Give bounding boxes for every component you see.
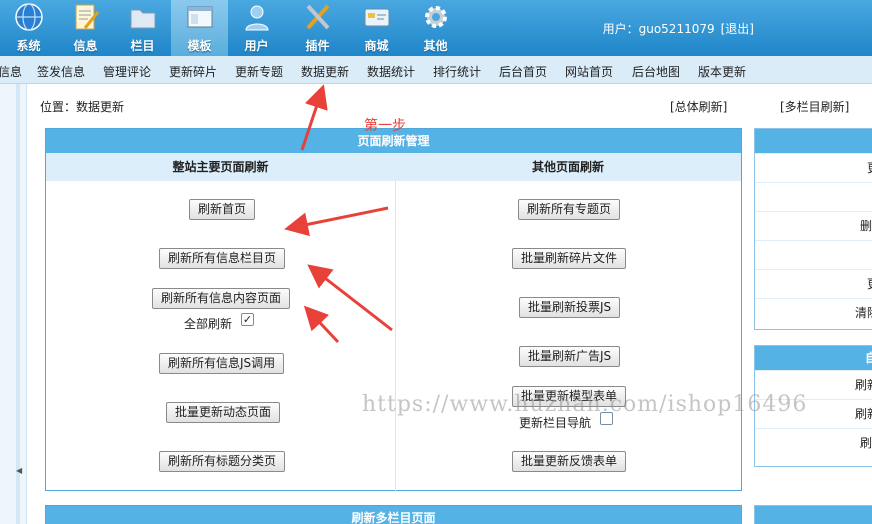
right-panel-bottom [754,505,872,524]
right-panel-row[interactable]: 清除 [755,298,872,327]
document-pencil-icon [75,4,99,30]
logout-link[interactable]: [退出] [721,22,754,36]
subnav-item[interactable]: 数据更新 [301,63,349,80]
subnav-item[interactable]: 后台首页 [499,63,547,80]
all-refresh-label: 全部刷新 [184,317,233,331]
right-panel-header [755,129,872,153]
collapse-arrow-icon[interactable]: ◀ [16,466,22,475]
step-annotation: 第一步 [364,118,406,134]
refresh-title-class-button[interactable]: 刷新所有标题分类页 [159,451,286,472]
top-navigation-bar: 系统 信息 栏目 模板 用户 插件 商城 其他 用户：guo5211079 [退出… [0,0,872,56]
right-panel-row[interactable] [755,182,872,211]
refresh-all-columns-button[interactable]: 刷新所有信息栏目页 [159,248,286,269]
tools-icon [306,4,329,30]
refresh-home-button[interactable]: 刷新首页 [189,199,256,220]
subnav-item[interactable]: 数据统计 [367,63,415,80]
total-refresh-link[interactable]: [总体刷新] [670,98,727,115]
gear-icon [424,6,447,28]
batch-refresh-ad-js-button[interactable]: 批量刷新广告JS [519,346,621,367]
refresh-all-topics-button[interactable]: 刷新所有专题页 [518,199,621,220]
right-column-header: 其他页面刷新 [395,153,741,181]
subnav-item[interactable]: 版本更新 [698,63,746,80]
username: 用户：guo5211079 [602,22,715,36]
multi-column-panel: 刷新多栏目页面 [45,505,742,524]
sub-navigation: 信息 签发信息 管理评论 更新碎片 更新专题 数据更新 数据统计 排行统计 后台… [0,56,872,84]
nav-label: 栏目 [130,39,155,53]
right-panel-row[interactable]: 刷 [755,428,872,457]
nav-system[interactable]: 系统 [0,0,57,56]
all-refresh-checkbox[interactable]: ✓ [241,313,254,326]
subnav-item[interactable]: 签发信息 [37,63,85,80]
nav-template[interactable]: 模板 [171,0,228,56]
nav-plugin[interactable]: 插件 [289,0,346,56]
nav-info[interactable]: 信息 [57,0,114,56]
nav-label: 插件 [305,39,330,53]
column-divider [395,181,396,491]
batch-refresh-vote-js-button[interactable]: 批量刷新投票JS [519,297,621,318]
left-column-header: 整站主要页面刷新 [46,153,395,181]
watermark: https://www.huzhan.com/ishop16496 [362,392,808,417]
subnav-item[interactable]: 更新专题 [235,63,283,80]
right-panel-row[interactable] [755,240,872,269]
multi-column-panel-title: 刷新多栏目页面 [46,506,741,524]
right-panel-header [755,506,872,524]
subnav-item[interactable]: 后台地图 [632,63,680,80]
batch-update-dynamic-button[interactable]: 批量更新动态页面 [166,402,281,423]
nav-label: 用户 [244,39,269,53]
refresh-all-content-button[interactable]: 刷新所有信息内容页面 [152,288,291,309]
right-panel-header: 自 [755,346,872,370]
folder-icon [130,9,155,29]
batch-update-feedback-button[interactable]: 批量更新反馈表单 [512,451,627,472]
left-rail: ◀ [0,84,27,524]
globe-icon [14,3,43,31]
right-panel-row[interactable]: 更 [755,269,872,298]
batch-refresh-fragments-button[interactable]: 批量刷新碎片文件 [512,248,627,269]
nav-label: 商城 [364,39,389,53]
multi-column-refresh-link[interactable]: [多栏目刷新] [780,98,849,115]
nav-label: 系统 [16,39,41,53]
nav-mall[interactable]: 商城 [348,0,405,56]
refresh-all-js-button[interactable]: 刷新所有信息JS调用 [159,353,285,374]
subnav-item[interactable]: 管理评论 [103,63,151,80]
user-info: 用户：guo5211079 [退出] [603,20,754,37]
subnav-item[interactable]: 信息 [0,63,22,80]
card-icon [364,8,389,27]
subnav-item[interactable]: 网站首页 [565,63,613,80]
right-panel-row[interactable]: 删 [755,211,872,240]
right-panel-top: 更 删 更 清除 [754,128,872,330]
nav-label: 模板 [187,39,212,53]
window-template-icon [187,6,212,28]
nav-label: 信息 [73,39,98,53]
subnav-item[interactable]: 更新碎片 [169,63,217,80]
nav-other[interactable]: 其他 [407,0,464,56]
right-panel-row[interactable]: 更 [755,153,872,182]
breadcrumb: 位置：数据更新 [40,100,125,114]
nav-label: 其他 [423,39,448,53]
nav-column[interactable]: 栏目 [114,0,171,56]
user-icon [244,5,269,31]
nav-user[interactable]: 用户 [228,0,285,56]
subnav-item[interactable]: 排行统计 [433,63,481,80]
page-refresh-panel: 页面刷新管理 整站主要页面刷新 其他页面刷新 刷新首页 刷新所有信息栏目页 刷新… [45,128,742,491]
rail-divider [16,84,20,524]
